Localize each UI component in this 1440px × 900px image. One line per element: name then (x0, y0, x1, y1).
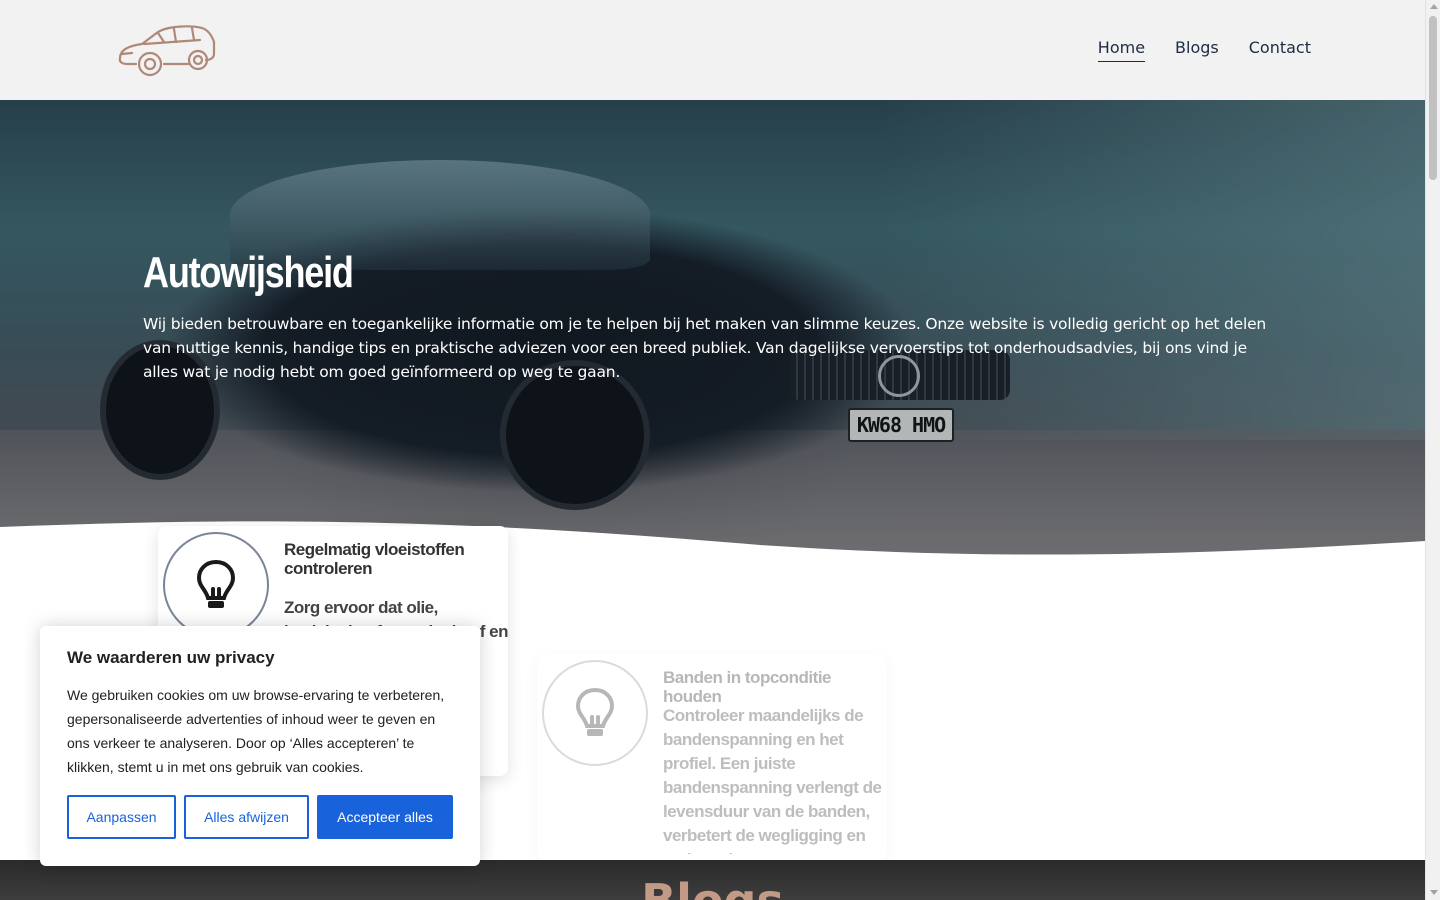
cookie-consent-banner: We waarderen uw privacy We gebruiken coo… (40, 626, 480, 866)
feature-title: Regelmatig vloeistoffen controleren (284, 540, 465, 578)
nav-contact-link[interactable]: Contact (1249, 38, 1311, 62)
site-header: Home Blogs Contact (0, 0, 1425, 100)
cookie-customize-button[interactable]: Aanpassen (67, 795, 176, 839)
blogs-section: Blogs (0, 860, 1425, 900)
cookie-title: We waarderen uw privacy (67, 648, 275, 667)
blogs-heading: Blogs (0, 874, 1425, 900)
cookie-accept-all-button[interactable]: Accepteer alles (317, 795, 453, 839)
car-logo-icon[interactable] (114, 20, 218, 78)
main-nav: Home Blogs Contact (1097, 38, 1311, 62)
nav-blogs-link[interactable]: Blogs (1175, 38, 1219, 62)
hero-title: Autowijsheid (143, 248, 354, 297)
nav-home-link[interactable]: Home (1097, 38, 1146, 62)
scrollbar-thumb[interactable] (1429, 16, 1437, 180)
hero-section: KW68 HMO Autowijsheid Wij bieden betrouw… (0, 100, 1425, 560)
scroll-down-arrow-icon[interactable] (1430, 890, 1438, 895)
feature-card-tires: Banden in topconditie houden Controleer … (537, 654, 887, 860)
scroll-up-arrow-icon[interactable] (1430, 4, 1438, 9)
cookie-reject-all-button[interactable]: Alles afwijzen (184, 795, 309, 839)
hero-description: Wij bieden betrouwbare en toegankelijke … (143, 315, 1267, 381)
feature-description: Controleer maandelijks de bandenspanning… (663, 706, 882, 854)
cookie-description: We gebruiken cookies om uw browse-ervari… (67, 687, 445, 775)
page-scrollbar[interactable] (1425, 0, 1440, 900)
feature-title: Banden in topconditie houden (663, 668, 832, 706)
lightbulb-icon (542, 660, 648, 766)
lightbulb-icon (163, 532, 269, 638)
